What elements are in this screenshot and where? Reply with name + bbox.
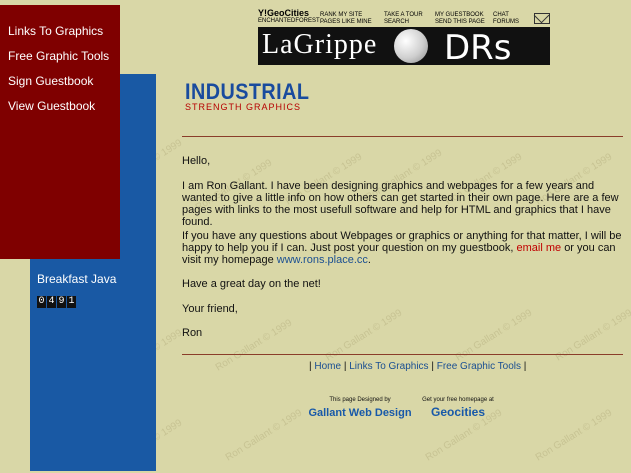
geocities-promo-name: Geocities (430, 405, 486, 419)
nav-link-view-guestbook[interactable]: View Guestbook (8, 99, 95, 113)
footer-home-link[interactable]: Home (314, 361, 341, 372)
signature-name: Ron (182, 327, 203, 339)
search-link[interactable]: SEARCH (384, 19, 423, 26)
geocities-rank-group: RANK MY SITE PAGES LIKE MINE (320, 12, 372, 26)
watermark-text: Ron Gallant © 1999 (553, 307, 631, 364)
divider-top (182, 136, 623, 137)
divider-bottom (182, 354, 623, 355)
banner-left-text: LaGrippe (262, 29, 378, 60)
pages-link[interactable]: PAGES LIKE MINE (320, 19, 372, 26)
watermark-text: Ron Gallant © 1999 (323, 307, 405, 364)
closing-text: Your friend, (182, 303, 238, 315)
forums-link[interactable]: FORUMS (493, 19, 519, 26)
nav-link-tools[interactable]: Free Graphic Tools (8, 49, 109, 63)
nav-link-sign-guestbook[interactable]: Sign Guestbook (8, 74, 93, 88)
geocities-tour-group: TAKE A TOUR SEARCH (384, 12, 423, 26)
geocities-logo[interactable]: Y!GeoCities (258, 9, 320, 18)
counter-digit: 1 (67, 296, 76, 308)
designed-by-name: Gallant Web Design (308, 407, 412, 419)
lagrippe-banner[interactable]: LaGrippe DRs (258, 27, 550, 68)
globe-icon (394, 29, 428, 63)
geocities-toolbar: Y!GeoCities ENCHANTEDFOREST RANK MY SITE… (258, 7, 550, 27)
nav-link-graphics[interactable]: Links To Graphics (8, 24, 103, 38)
email-link[interactable]: email me (517, 242, 562, 254)
counter-digit: 0 (37, 296, 46, 308)
watermark-text: Ron Gallant © 1999 (533, 407, 615, 464)
footer-nav: | Home | Links To Graphics | Free Graphi… (309, 361, 527, 372)
geocities-chat-group: CHAT FORUMS (493, 12, 519, 26)
hit-counter: 0 4 9 1 (37, 296, 76, 308)
guestbook-link[interactable]: MY GUESTBOOK (435, 12, 485, 19)
footer-graphics-link[interactable]: Links To Graphics (349, 361, 428, 372)
questions-paragraph: If you have any questions about Webpages… (182, 230, 628, 266)
mail-icon[interactable] (534, 13, 550, 24)
geocities-badge[interactable]: Get your free homepage at Geocities (416, 397, 500, 421)
greeting-text: Hello, (182, 155, 211, 167)
banner-right-text: DRs (444, 28, 512, 68)
counter-digit: 9 (57, 296, 66, 308)
gallant-web-design-badge[interactable]: This page Designed by Gallant Web Design (308, 397, 412, 421)
counter-digit: 4 (47, 296, 56, 308)
geocities-logo-group: Y!GeoCities ENCHANTEDFOREST (258, 9, 320, 25)
day-message: Have a great day on the net! (182, 278, 321, 290)
watermark-text: Ron Gallant © 1999 (223, 407, 305, 464)
industrial-title: INDUSTRIAL (185, 79, 310, 104)
send-link[interactable]: SEND THIS PAGE (435, 19, 485, 26)
sidebar-red-panel: Links To Graphics Free Graphic Tools Sig… (0, 5, 120, 259)
geocities-guestbook-group: MY GUESTBOOK SEND THIS PAGE (435, 12, 485, 26)
homepage-link[interactable]: www.rons.place.cc (277, 254, 368, 266)
watermark-text: Ron Gallant © 1999 (213, 317, 295, 374)
designed-by-label: This page Designed by (329, 397, 391, 403)
breakfast-java-label: Breakfast Java (37, 272, 117, 286)
industrial-subtitle: STRENGTH GRAPHICS (185, 102, 302, 112)
geocities-promo-text: Get your free homepage at (422, 397, 494, 403)
intro-paragraph: I am Ron Gallant. I have been designing … (182, 180, 619, 228)
tour-link[interactable]: TAKE A TOUR (384, 12, 423, 19)
geocities-site-name: ENCHANTEDFOREST (258, 18, 320, 24)
chat-link[interactable]: CHAT (493, 12, 519, 19)
watermark-text: Ron Gallant © 1999 (453, 307, 535, 364)
footer-tools-link[interactable]: Free Graphic Tools (437, 361, 521, 372)
rank-link[interactable]: RANK MY SITE (320, 12, 372, 19)
questions-text-end: . (367, 254, 371, 266)
